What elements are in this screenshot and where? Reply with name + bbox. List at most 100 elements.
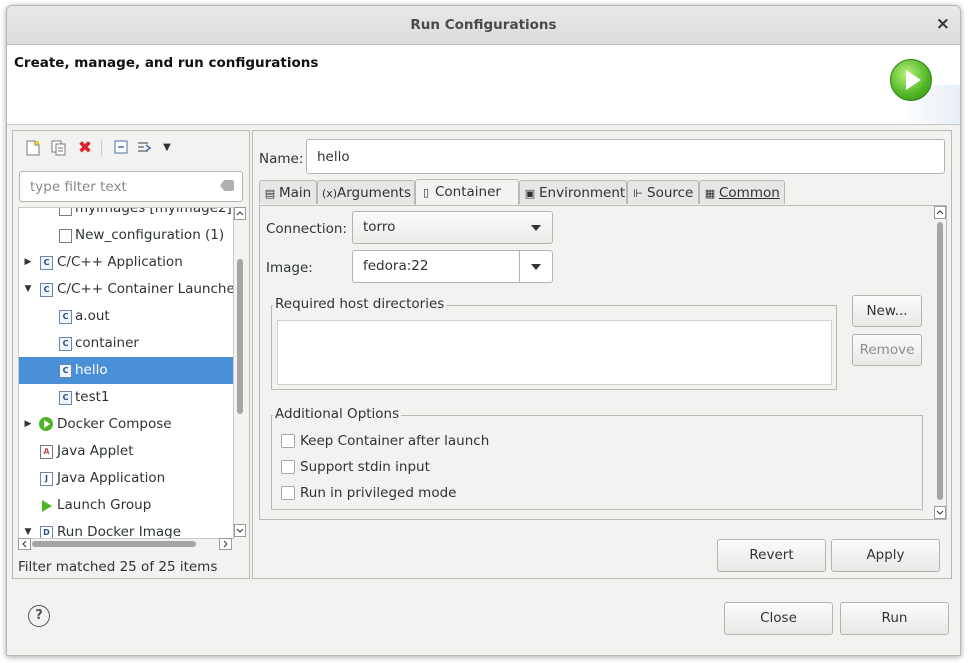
configuration-tree: myimages [myimage2] New_configuration (1… (18, 207, 234, 539)
tree-item-run-docker-image[interactable]: ▼ D Run Docker Image (19, 519, 233, 539)
image-label: Image: (266, 260, 313, 276)
environment-tab-icon: ▣ (524, 187, 536, 200)
tree-item-hello[interactable]: C hello (19, 357, 233, 384)
tree-horizontal-scrollbar[interactable] (18, 538, 232, 550)
tree-item-label: Docker Compose (57, 416, 172, 432)
tab-arguments[interactable]: (x)Arguments (317, 180, 415, 204)
view-menu-chevron-down-icon[interactable]: ▼ (159, 140, 175, 156)
config-icon (59, 229, 72, 243)
filter-configurations-icon[interactable] (137, 140, 153, 156)
tab-source[interactable]: ⊩ Source (627, 180, 699, 204)
help-icon[interactable]: ? (28, 605, 50, 627)
privileged-mode-checkbox[interactable] (281, 486, 295, 500)
new-directory-button[interactable]: New... (852, 295, 922, 327)
tree-item-java-application[interactable]: J Java Application (19, 465, 233, 492)
name-input[interactable] (315, 148, 919, 166)
tree-item-launch-group[interactable]: Launch Group (19, 492, 233, 519)
tree-item-cpp-container-launcher[interactable]: ▼ C C/C++ Container Launcher (19, 276, 233, 303)
toolbar-separator (101, 140, 102, 156)
close-button[interactable]: Close (724, 602, 833, 635)
common-tab-icon: ▦ (704, 187, 716, 200)
tab-environment[interactable]: ▣ Environment (519, 180, 627, 204)
name-field[interactable] (306, 139, 945, 174)
title-bar: Run Configurations × (7, 6, 960, 45)
tree-vertical-scrollbar[interactable] (234, 207, 246, 537)
c-icon: C (59, 337, 72, 351)
host-directories-group: Required host directories (271, 296, 837, 390)
stdin-input-checkbox[interactable] (281, 460, 295, 474)
clear-filter-icon[interactable] (220, 180, 234, 191)
main-tab-icon: ▤ (264, 187, 276, 200)
panel-vertical-scrollbar[interactable] (934, 206, 946, 519)
tab-common[interactable]: ▦ Common (699, 180, 785, 204)
host-directories-title: Required host directories (273, 296, 447, 312)
stdin-input-label: Support stdin input (300, 459, 430, 475)
tree-item-label: New_configuration (1) (75, 227, 225, 243)
delete-icon[interactable]: ✖ (77, 140, 93, 157)
tab-main[interactable]: ▤ Main (259, 180, 317, 204)
image-value: fedora:22 (363, 258, 429, 274)
tree-item-label: Run Docker Image (57, 524, 182, 539)
close-window-icon[interactable]: × (936, 14, 950, 34)
tree-item-label: Java Application (57, 470, 166, 486)
c-icon: C (59, 310, 72, 324)
new-configuration-icon[interactable] (25, 140, 41, 156)
collapse-arrow-icon[interactable]: ▼ (23, 276, 33, 303)
c-icon: C (40, 256, 53, 270)
chevron-down-icon[interactable] (531, 264, 541, 270)
launch-icon (42, 500, 52, 512)
tree-item-label: Launch Group (57, 497, 152, 513)
tree-item-a-out[interactable]: C a.out (19, 303, 233, 330)
configuration-tree-pane: ✖ ▼ myimages [myimage2] New_configuratio… (12, 130, 250, 579)
collapse-all-icon[interactable] (113, 140, 129, 156)
tree-item-cpp-application[interactable]: ▶ C C/C++ Application (19, 249, 233, 276)
run-configurations-dialog: Run Configurations × Create, manage, and… (6, 5, 961, 656)
host-directories-list[interactable] (277, 320, 832, 385)
collapse-arrow-icon[interactable]: ▼ (23, 519, 33, 538)
image-combo[interactable]: fedora:22 (352, 250, 553, 283)
expand-arrow-icon[interactable]: ▶ (23, 411, 33, 438)
filter-field[interactable] (19, 171, 243, 202)
tree-item-label: test1 (75, 389, 110, 405)
tree-item-java-applet[interactable]: A Java Applet (19, 438, 233, 465)
tree-item-label: C/C++ Application (57, 254, 183, 270)
filter-input[interactable] (28, 178, 212, 196)
window-title: Run Configurations (410, 17, 557, 33)
c-icon: C (59, 364, 72, 378)
tree-item-new-configuration[interactable]: New_configuration (1) (19, 222, 233, 249)
duplicate-icon[interactable] (51, 140, 67, 156)
privileged-mode-label: Run in privileged mode (300, 485, 457, 501)
tree-item-myimages[interactable]: myimages [myimage2] (19, 207, 233, 222)
run-banner-icon (890, 59, 932, 101)
tree-item-label: hello (75, 362, 108, 378)
name-label: Name: (259, 151, 304, 167)
tree-item-label: container (75, 335, 139, 351)
tree-item-container[interactable]: C container (19, 330, 233, 357)
keep-container-label: Keep Container after launch (300, 433, 490, 449)
chevron-down-icon (531, 225, 541, 231)
connection-dropdown[interactable]: torro (352, 211, 553, 244)
tab-container[interactable]: ▯ Container (415, 179, 519, 205)
configuration-tabs: ▤ Main (x)Arguments ▯ Container ▣ Environme… (259, 179, 945, 205)
arguments-tab-icon: (x) (322, 187, 338, 200)
source-tab-icon: ⊩ (633, 187, 643, 200)
tree-item-label: myimages [myimage2] (75, 207, 232, 216)
java-applet-icon: A (40, 445, 53, 459)
remove-directory-button[interactable]: Remove (852, 334, 922, 366)
connection-label: Connection: (266, 221, 347, 237)
tree-toolbar: ✖ ▼ (13, 131, 249, 167)
revert-button[interactable]: Revert (717, 539, 826, 572)
expand-arrow-icon[interactable]: ▶ (23, 249, 33, 276)
tree-item-test1[interactable]: C test1 (19, 384, 233, 411)
config-icon (59, 208, 72, 216)
apply-button[interactable]: Apply (831, 539, 940, 572)
filter-status: Filter matched 25 of 25 items (18, 559, 218, 575)
tree-item-label: Java Applet (57, 443, 134, 459)
c-icon: C (40, 283, 53, 297)
keep-container-checkbox[interactable] (281, 434, 295, 448)
container-tab-panel: Connection: torro Image: fedora:22 Requi… (259, 205, 947, 520)
run-button[interactable]: Run (840, 602, 949, 635)
tree-item-docker-compose[interactable]: ▶ Docker Compose (19, 411, 233, 438)
tree-item-label: C/C++ Container Launcher (57, 281, 234, 297)
banner: Create, manage, and run configurations (7, 45, 960, 125)
